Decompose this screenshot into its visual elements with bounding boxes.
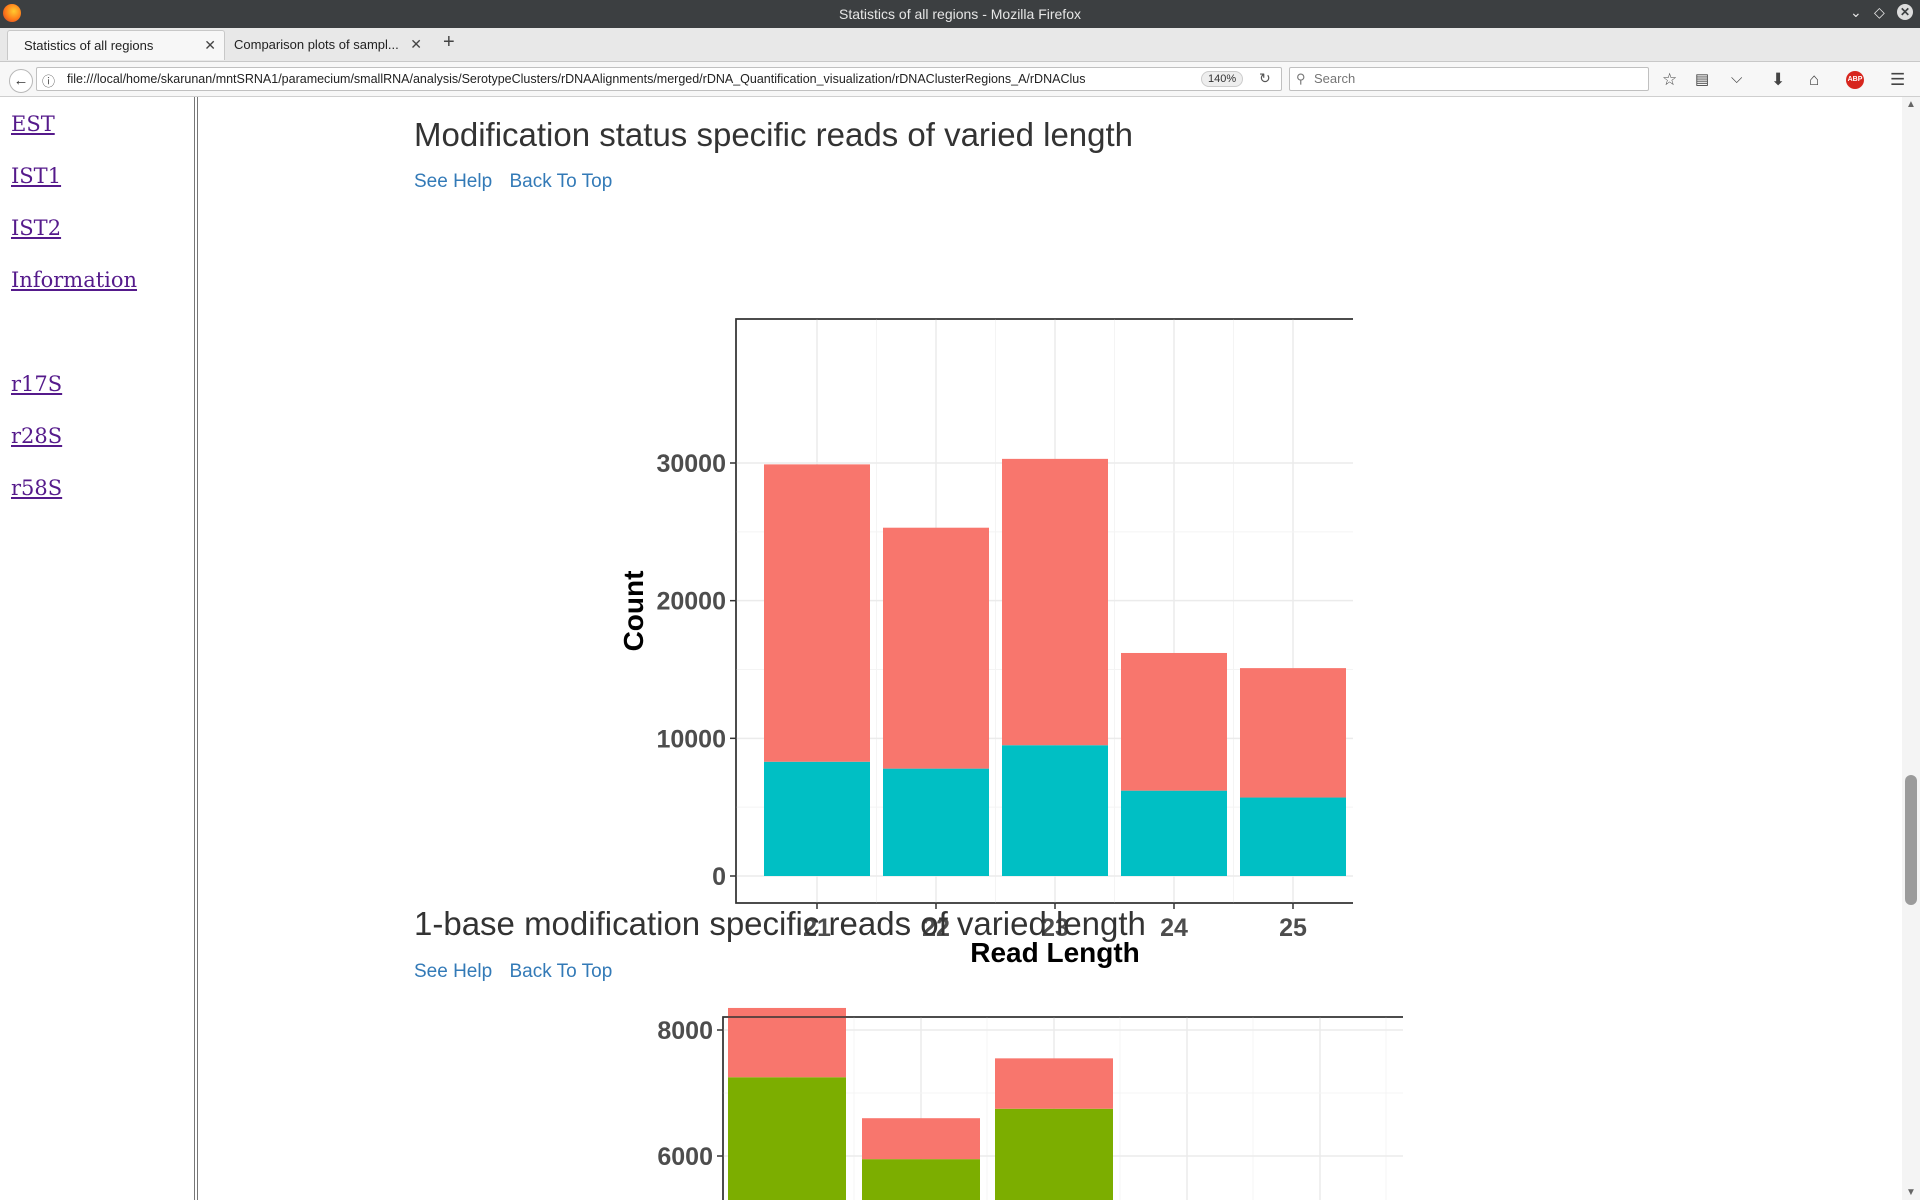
bar-stack-0-1 [862, 1159, 980, 1200]
bar-stack-1-0 [728, 1007, 846, 1078]
back-to-top-link[interactable]: Back To Top [509, 171, 612, 192]
bookmark-star-icon[interactable]: ☆ [1662, 70, 1677, 90]
sidebar-link-information[interactable]: Information [11, 268, 137, 292]
search-input[interactable] [1312, 70, 1636, 87]
section-title: Modification status specific reads of va… [414, 116, 1134, 153]
navigation-toolbar: ← ⓘ file:///local/home/skarunan/mntSRNA1… [0, 62, 1920, 97]
zoom-indicator[interactable]: 140% [1201, 71, 1244, 87]
bar-Y-23 [1002, 745, 1108, 876]
page-scrollbar[interactable]: ▲ ▼ [1902, 97, 1920, 1200]
tab-label: Statistics of all regions [24, 38, 154, 53]
scroll-down-icon[interactable]: ▼ [1906, 1187, 1916, 1198]
y-tick-label: 30000 [656, 450, 726, 478]
sidebar-link-est[interactable]: EST [11, 112, 55, 136]
see-help-link[interactable]: See Help [414, 171, 492, 192]
bar-Y-21 [764, 761, 870, 876]
downloads-icon[interactable]: ⬇ [1771, 70, 1785, 90]
tab-label: Comparison plots of sampl... [234, 37, 399, 52]
bar-N-25 [1240, 668, 1346, 798]
window-titlebar: Statistics of all regions - Mozilla Fire… [0, 0, 1920, 28]
x-tick-label: 25 [1279, 914, 1307, 942]
sidebar-frame: EST IST1 IST2 Information r17S r28S r58S [0, 97, 198, 1200]
y-tick-label: 20000 [656, 588, 726, 616]
section-title: 1-base modification specific reads of va… [414, 905, 1146, 942]
bar-N-23 [1002, 458, 1108, 746]
search-bar[interactable]: ⚲ [1289, 67, 1649, 91]
content-frame: Modification status specific reads of va… [198, 97, 1902, 1200]
tab-bar: Statistics of all regions ✕ Comparison p… [0, 28, 1920, 62]
bar-Y-25 [1240, 797, 1346, 876]
sidebar-link-r58s[interactable]: r58S [11, 476, 62, 500]
section-links: See Help Back To Top [414, 961, 624, 983]
back-to-top-link[interactable]: Back To Top [509, 961, 612, 982]
bar-stack-0-0 [728, 1077, 846, 1200]
adblock-icon[interactable]: ABP [1846, 71, 1864, 89]
window-title: Statistics of all regions - Mozilla Fire… [839, 6, 1081, 22]
sidebar-link-r28s[interactable]: r28S [11, 424, 62, 448]
one-base-modification-chart: 6000 8000 [657, 1007, 1403, 1200]
pocket-icon[interactable]: ⌵ [1731, 70, 1742, 87]
y-tick-label: 10000 [656, 725, 726, 753]
y-axis-title: Count [618, 571, 649, 652]
bar-stack-0-2 [995, 1108, 1113, 1200]
y-tick-label: 8000 [657, 1017, 713, 1045]
url-text[interactable]: file:///local/home/skarunan/mntSRNA1/par… [67, 72, 1207, 86]
bar-Y-24 [1121, 790, 1227, 876]
bar-N-24 [1121, 652, 1227, 791]
reading-list-icon[interactable]: ▤ [1695, 70, 1709, 88]
tab-statistics[interactable]: Statistics of all regions ✕ [7, 30, 225, 60]
y-tick-label: 0 [712, 863, 726, 891]
tab-comparison-plots[interactable]: Comparison plots of sampl... ✕ [226, 30, 430, 60]
bar-stack-1-1 [862, 1118, 980, 1160]
info-icon[interactable]: ⓘ [42, 71, 55, 90]
close-tab-icon[interactable]: ✕ [410, 36, 422, 53]
bar-N-22 [883, 527, 989, 769]
new-tab-icon[interactable]: + [443, 31, 455, 54]
sidebar-link-ist2[interactable]: IST2 [11, 216, 61, 240]
y-tick-label: 6000 [657, 1143, 713, 1171]
menu-icon[interactable]: ☰ [1890, 70, 1905, 90]
scrollbar-thumb[interactable] [1905, 775, 1917, 905]
x-tick-label: 24 [1160, 914, 1188, 942]
scroll-up-icon[interactable]: ▲ [1906, 99, 1916, 110]
bar-Y-22 [883, 768, 989, 876]
sidebar-link-ist1[interactable]: IST1 [11, 164, 61, 188]
bar-N-21 [764, 464, 870, 762]
section-links: See Help Back To Top [414, 171, 624, 193]
back-arrow-icon[interactable]: ← [9, 69, 33, 93]
url-bar[interactable]: ⓘ file:///local/home/skarunan/mntSRNA1/p… [36, 67, 1282, 91]
minimize-icon[interactable]: ⌄ [1850, 4, 1862, 21]
close-tab-icon[interactable]: ✕ [204, 37, 216, 54]
close-window-icon[interactable]: ✕ [1897, 4, 1913, 20]
bar-stack-1-2 [995, 1058, 1113, 1109]
search-icon: ⚲ [1296, 71, 1306, 86]
modification-status-chart: 010000200003000021 22 23 24 25Read LengthCou… [618, 318, 1353, 968]
reload-icon[interactable]: ↻ [1259, 70, 1271, 87]
maximize-icon[interactable]: ◇ [1874, 4, 1885, 21]
sidebar-link-r17s[interactable]: r17S [11, 372, 62, 396]
home-icon[interactable]: ⌂ [1809, 70, 1819, 90]
see-help-link[interactable]: See Help [414, 961, 492, 982]
